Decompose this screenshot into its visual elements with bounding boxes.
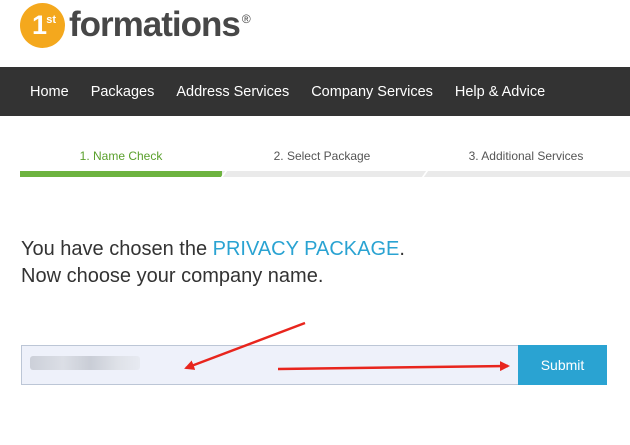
annotation-overlay [184, 321, 510, 372]
arrow-to-input-icon [184, 321, 306, 370]
arrow-to-submit-icon [277, 361, 510, 372]
